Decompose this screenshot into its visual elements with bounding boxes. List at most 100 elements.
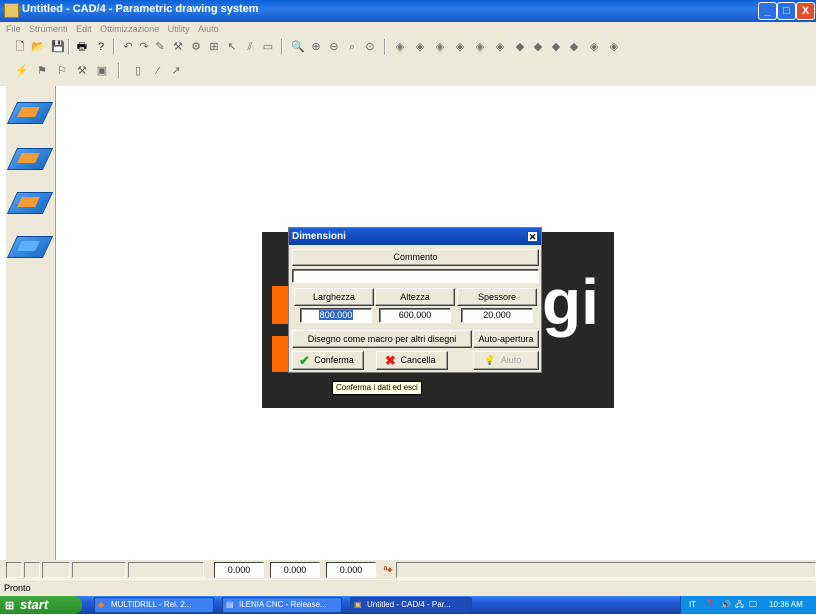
rect-icon[interactable]: ▯ <box>130 63 146 79</box>
help-icon[interactable]: ? <box>93 39 109 55</box>
auto-open-button[interactable]: Auto-apertura <box>473 330 539 348</box>
layer-icon[interactable]: ▣ <box>94 63 110 79</box>
zoom-in-icon[interactable]: ⊕ <box>308 39 324 55</box>
help-tray-icon[interactable]: ❓ <box>705 596 715 614</box>
thickness-input[interactable]: 20.000 <box>461 308 533 323</box>
view-icon[interactable]: ◈ <box>492 39 508 55</box>
palette-item-panel-y[interactable] <box>6 182 54 220</box>
cancel-button[interactable]: ✖ Cancella <box>376 351 448 370</box>
tool-icon[interactable]: ⚒ <box>170 39 186 55</box>
new-file-icon[interactable]: 🗋 <box>12 39 28 55</box>
toolbar-separator <box>113 39 115 55</box>
save-icon[interactable]: 💾 <box>50 39 66 55</box>
grid-icon[interactable]: ⊞ <box>206 39 222 55</box>
language-indicator[interactable]: IT <box>689 596 696 614</box>
tool-palette <box>6 86 56 560</box>
speaker-tray-icon[interactable]: 🔊 <box>721 596 731 614</box>
zoom-all-icon[interactable]: ⊙ <box>362 39 378 55</box>
open-folder-icon[interactable]: 📂 <box>30 39 46 55</box>
status-cell <box>24 562 40 578</box>
height-input[interactable]: 600.000 <box>379 308 451 323</box>
view-icon[interactable]: ◈ <box>432 39 448 55</box>
menu-aiuto[interactable]: Aiuto <box>198 22 219 37</box>
macro-drawing-button[interactable]: Disegno come macro per altri disegni <box>292 330 472 348</box>
status-cell <box>396 562 816 578</box>
width-input[interactable]: 800.000 <box>300 308 372 323</box>
print-icon[interactable]: 🖶 <box>74 39 90 55</box>
monitor-tray-icon[interactable]: 🖵 <box>749 596 757 614</box>
draw-icon[interactable]: ✎ <box>152 39 168 55</box>
coordinate-mode-icon[interactable]: ⁰⌖ <box>380 562 396 578</box>
maximize-button[interactable]: □ <box>777 2 796 20</box>
view-icon[interactable]: ◈ <box>392 39 408 55</box>
palette-item-panel-xy[interactable] <box>6 138 54 176</box>
preview-icon[interactable]: ▭ <box>260 39 276 55</box>
clock: 10:36 AM <box>769 600 803 609</box>
toolbar-separator <box>68 39 70 55</box>
window-title: Untitled - CAD/4 - Parametric drawing sy… <box>22 3 259 15</box>
task-cad4[interactable]: ▣ Untitled - CAD/4 - Par... <box>350 597 472 613</box>
line-icon[interactable]: ⁄ <box>150 63 166 79</box>
view-icon[interactable]: ◈ <box>412 39 428 55</box>
menu-strumenti[interactable]: Strumenti <box>29 22 68 37</box>
task-label: MULTIDRILL - Rel. 2... <box>111 600 192 609</box>
thickness-button[interactable]: Spessore <box>457 288 537 306</box>
layer-icon[interactable]: ⚒ <box>74 63 90 79</box>
network-tray-icon[interactable]: 🖧 <box>735 596 744 614</box>
view-icon[interactable]: ◈ <box>586 39 602 55</box>
redo-icon[interactable]: ↷ <box>136 39 152 55</box>
help-button: 💡 Aiuto <box>473 351 539 370</box>
help-label: Aiuto <box>500 355 522 365</box>
arc-icon[interactable]: ↗ <box>168 63 184 79</box>
app-icon[interactable] <box>4 3 19 18</box>
toolbar-separator <box>384 39 386 55</box>
view-icon[interactable]: ◆ <box>530 39 546 55</box>
modify-icon[interactable]: ⚙ <box>188 39 204 55</box>
start-button[interactable]: ⊞ start <box>0 596 82 614</box>
view-icon[interactable]: ◈ <box>606 39 622 55</box>
height-button[interactable]: Altezza <box>375 288 455 306</box>
minimize-button[interactable]: _ <box>758 2 777 20</box>
zoom-out-icon[interactable]: ⊖ <box>326 39 342 55</box>
layer-icon[interactable]: ⚐ <box>54 63 70 79</box>
palette-item-panel-hole[interactable] <box>6 226 54 264</box>
dialog-title-bar[interactable]: Dimensioni ✕ <box>289 228 541 245</box>
comment-input[interactable] <box>292 269 539 283</box>
close-button[interactable]: X <box>796 2 815 20</box>
view-icon[interactable]: ◈ <box>452 39 468 55</box>
task-ilenia[interactable]: ▤ ILENIA CNC - Release... <box>222 597 342 613</box>
menu-edit[interactable]: Edit <box>76 22 92 37</box>
dimensions-dialog: Dimensioni ✕ Commento Larghezza Altezza … <box>288 227 542 373</box>
main-toolbar: 🗋 📂 💾 🖶 ? ↶ ↷ ✎ ⚒ ⚙ ⊞ ↖ ⫽ ▭ 🔍 ⊕ ⊖ ⌕ ⊙ ◈ … <box>0 37 816 61</box>
toolbar-separator <box>118 63 120 79</box>
width-button[interactable]: Larghezza <box>294 288 374 306</box>
view-icon[interactable]: ◆ <box>566 39 582 55</box>
view-icon[interactable]: ◆ <box>548 39 564 55</box>
layer-icon[interactable]: ⚑ <box>34 63 50 79</box>
task-multidrill[interactable]: ◆ MULTIDRILL - Rel. 2... <box>94 597 214 613</box>
menu-file[interactable]: File <box>6 22 21 37</box>
view-icon[interactable]: ◈ <box>472 39 488 55</box>
layer-icon[interactable]: ⚡ <box>14 63 30 79</box>
zoom-icon[interactable]: 🔍 <box>290 39 306 55</box>
view-icon[interactable]: ◆ <box>512 39 528 55</box>
undo-icon[interactable]: ↶ <box>120 39 136 55</box>
width-value: 800.000 <box>318 310 354 320</box>
comment-button[interactable]: Commento <box>292 249 539 266</box>
palette-item-panel[interactable] <box>6 92 54 130</box>
zoom-window-icon[interactable]: ⌕ <box>344 39 360 55</box>
status-cell <box>42 562 70 578</box>
pointer-icon[interactable]: ↖ <box>224 39 240 55</box>
confirm-button[interactable]: ✔ Conferma <box>292 351 364 370</box>
dialog-close-icon[interactable]: ✕ <box>527 231 538 242</box>
status-cell <box>72 562 126 578</box>
windows-logo-icon: ⊞ <box>5 600 15 612</box>
start-label: start <box>20 597 49 612</box>
menu-ottimizzazione[interactable]: Ottimizzazione <box>100 22 159 37</box>
menu-utility[interactable]: Utility <box>168 22 190 37</box>
lines-icon[interactable]: ⫽ <box>242 39 258 55</box>
help-bulb-icon: 💡 <box>484 355 496 365</box>
status-cell <box>128 562 204 578</box>
check-icon: ✔ <box>299 353 310 368</box>
title-bar[interactable]: Untitled - CAD/4 - Parametric drawing sy… <box>0 0 816 22</box>
